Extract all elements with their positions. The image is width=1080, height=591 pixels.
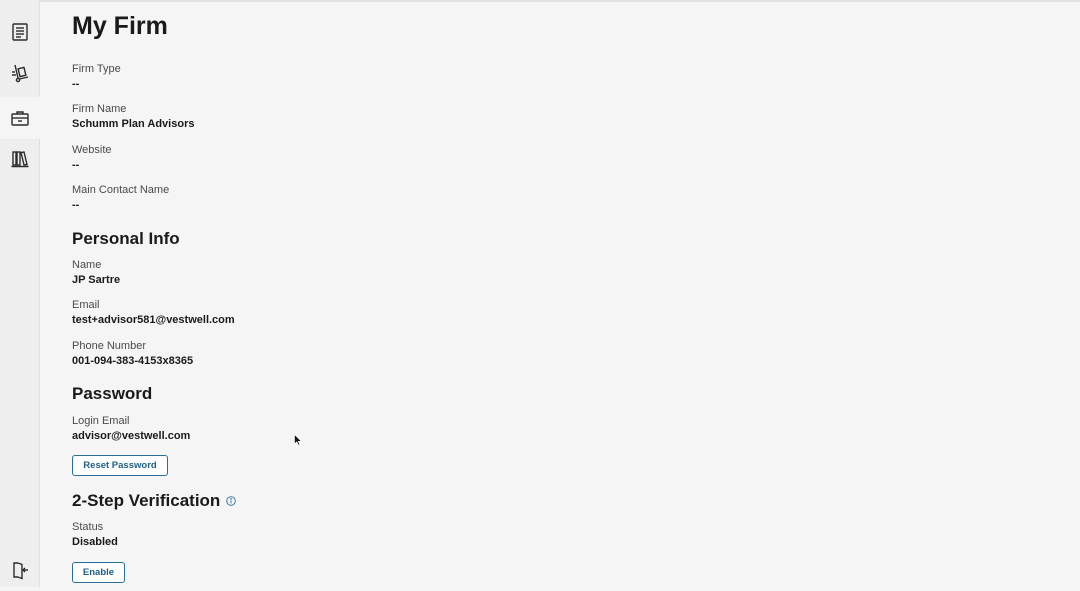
phone-label: Phone Number [72,340,146,352]
sidebar-item-plans[interactable] [0,52,40,94]
firm-type-value: -- [72,78,80,90]
password-heading: Password [72,384,152,404]
main-contact-value: -- [72,199,80,211]
main-contact-label: Main Contact Name [72,184,170,196]
firm-name-value: Schumm Plan Advisors [72,118,195,130]
sidebar-item-logout[interactable] [0,549,40,591]
name-value: JP Sartre [72,274,121,286]
login-email-value: advisor@vestwell.com [72,430,191,442]
briefcase-icon [11,111,29,126]
firm-type-label: Firm Type [72,63,121,75]
page-title: My Firm [72,12,168,40]
main-content: My Firm Firm Type -- Firm Name Schumm Pl… [72,0,1052,587]
hand-truck-icon [12,64,29,83]
info-icon[interactable] [226,496,237,506]
reset-password-button[interactable]: Reset Password [72,455,168,476]
two-step-heading: 2-Step Verification [72,491,237,511]
personal-info-heading-text: Personal Info [72,229,180,248]
email-value: test+advisor581@vestwell.com [72,314,235,326]
mouse-cursor-icon [294,434,302,446]
books-icon [11,151,29,168]
login-email-label: Login Email [72,415,130,427]
sidebar-item-my-firm[interactable] [0,97,40,139]
enable-button[interactable]: Enable [72,562,125,583]
firm-name-label: Firm Name [72,103,127,115]
phone-value: 001-094-383-4153x8365 [72,355,194,367]
sidebar-item-documents[interactable] [0,11,40,53]
status-value: Disabled [72,536,118,548]
two-step-heading-text: 2-Step Verification [72,491,221,510]
website-label: Website [72,144,112,156]
password-heading-text: Password [72,384,153,403]
name-label: Name [72,259,102,271]
document-list-icon [12,23,28,41]
email-label: Email [72,299,100,311]
sidebar-item-resources[interactable] [0,138,40,180]
status-label: Status [72,521,104,533]
website-value: -- [72,159,80,171]
logout-icon [13,562,28,580]
personal-info-heading: Personal Info [72,229,180,249]
sidebar [0,0,40,587]
